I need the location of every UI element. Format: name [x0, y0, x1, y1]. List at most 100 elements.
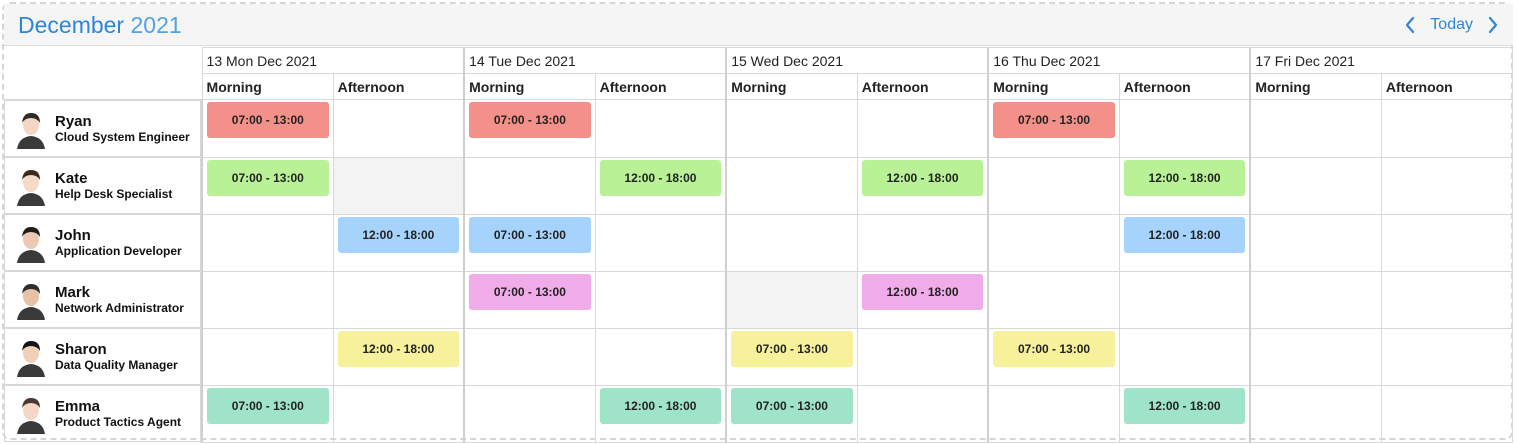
- morning-slot[interactable]: [463, 384, 596, 443]
- morning-slot[interactable]: [201, 213, 334, 272]
- shift-event[interactable]: 07:00 - 13:00: [993, 330, 1115, 367]
- shift-event[interactable]: 12:00 - 18:00: [337, 330, 460, 367]
- morning-slot[interactable]: 07:00 - 13:00: [725, 384, 858, 443]
- morning-slot[interactable]: [1249, 213, 1382, 272]
- day-header-row: 13 Mon Dec 2021 14 Tue Dec 2021 15 Wed D…: [4, 47, 1514, 100]
- employee-role: Cloud System Engineer: [55, 129, 190, 144]
- shift-event[interactable]: 07:00 - 13:00: [731, 330, 853, 367]
- shift-event[interactable]: 07:00 - 13:00: [469, 273, 591, 310]
- employee-cell: John Application Developer: [4, 214, 202, 271]
- afternoon-slot[interactable]: [594, 213, 727, 272]
- slot-header-morning: Morning: [725, 73, 858, 100]
- morning-slot[interactable]: 07:00 - 13:00: [725, 327, 858, 386]
- afternoon-slot[interactable]: [856, 99, 989, 158]
- shift-event[interactable]: 07:00 - 13:00: [207, 159, 329, 196]
- afternoon-slot[interactable]: [1380, 270, 1514, 329]
- shift-event[interactable]: 12:00 - 18:00: [1123, 387, 1246, 424]
- slot-header-afternoon: Afternoon: [856, 73, 989, 100]
- employee-cell: Emma Product Tactics Agent: [4, 385, 202, 442]
- today-button[interactable]: Today: [1430, 16, 1473, 34]
- morning-slot[interactable]: [463, 156, 596, 215]
- morning-slot[interactable]: [1249, 156, 1382, 215]
- shift-event[interactable]: 12:00 - 18:00: [861, 273, 984, 310]
- afternoon-slot[interactable]: 12:00 - 18:00: [856, 156, 989, 215]
- morning-slot[interactable]: [725, 213, 858, 272]
- day-header: 14 Tue Dec 2021: [463, 47, 727, 74]
- morning-slot[interactable]: [987, 213, 1120, 272]
- morning-slot[interactable]: 07:00 - 13:00: [463, 99, 596, 158]
- afternoon-slot[interactable]: [856, 213, 989, 272]
- afternoon-slot[interactable]: [1118, 270, 1251, 329]
- afternoon-slot[interactable]: [1118, 327, 1251, 386]
- morning-slot[interactable]: [1249, 384, 1382, 443]
- afternoon-slot[interactable]: 12:00 - 18:00: [594, 156, 727, 215]
- afternoon-slot[interactable]: [856, 384, 989, 443]
- employee-role: Application Developer: [55, 243, 182, 258]
- employee-row: Ryan Cloud System Engineer 07:00 - 13:00 07…: [4, 99, 1514, 158]
- afternoon-slot[interactable]: [1380, 384, 1514, 443]
- afternoon-slot[interactable]: 12:00 - 18:00: [1118, 156, 1251, 215]
- afternoon-slot[interactable]: 12:00 - 18:00: [332, 213, 465, 272]
- afternoon-slot[interactable]: 12:00 - 18:00: [332, 327, 465, 386]
- morning-slot[interactable]: [725, 156, 858, 215]
- morning-slot[interactable]: [1249, 99, 1382, 158]
- shift-event[interactable]: 12:00 - 18:00: [1123, 216, 1246, 253]
- afternoon-slot[interactable]: [594, 327, 727, 386]
- day-header: 13 Mon Dec 2021: [201, 47, 465, 74]
- day-header: 15 Wed Dec 2021: [725, 47, 989, 74]
- afternoon-slot[interactable]: 12:00 - 18:00: [1118, 213, 1251, 272]
- afternoon-slot[interactable]: [1118, 99, 1251, 158]
- shift-event[interactable]: 12:00 - 18:00: [861, 159, 984, 196]
- morning-slot[interactable]: [987, 156, 1120, 215]
- shift-event[interactable]: 12:00 - 18:00: [599, 387, 722, 424]
- shift-event[interactable]: 07:00 - 13:00: [731, 387, 853, 424]
- afternoon-slot[interactable]: [1380, 327, 1514, 386]
- afternoon-slot[interactable]: 12:00 - 18:00: [594, 384, 727, 443]
- shift-event[interactable]: 07:00 - 13:00: [469, 216, 591, 253]
- morning-slot[interactable]: [201, 327, 334, 386]
- afternoon-slot[interactable]: [332, 99, 465, 158]
- morning-slot[interactable]: 07:00 - 13:00: [463, 213, 596, 272]
- morning-slot[interactable]: [463, 327, 596, 386]
- morning-slot[interactable]: [1249, 270, 1382, 329]
- employee-row: Emma Product Tactics Agent 07:00 - 13:00 12…: [4, 384, 1514, 443]
- afternoon-slot[interactable]: 12:00 - 18:00: [1118, 384, 1251, 443]
- morning-slot[interactable]: [725, 99, 858, 158]
- morning-slot[interactable]: [987, 384, 1120, 443]
- shift-event[interactable]: 07:00 - 13:00: [207, 387, 329, 424]
- afternoon-slot[interactable]: [1380, 99, 1514, 158]
- morning-slot[interactable]: 07:00 - 13:00: [463, 270, 596, 329]
- morning-slot[interactable]: [987, 270, 1120, 329]
- employee-name: Kate: [55, 169, 88, 187]
- employee-name: John: [55, 226, 91, 244]
- morning-slot[interactable]: 07:00 - 13:00: [201, 156, 334, 215]
- slot-header-morning: Morning: [463, 73, 596, 100]
- avatar: [13, 393, 49, 434]
- shift-event[interactable]: 12:00 - 18:00: [599, 159, 722, 196]
- afternoon-slot[interactable]: [594, 270, 727, 329]
- morning-slot[interactable]: 07:00 - 13:00: [201, 384, 334, 443]
- afternoon-slot[interactable]: [1380, 213, 1514, 272]
- afternoon-slot[interactable]: [856, 327, 989, 386]
- afternoon-slot[interactable]: 12:00 - 18:00: [856, 270, 989, 329]
- shift-event[interactable]: 12:00 - 18:00: [1123, 159, 1246, 196]
- morning-slot[interactable]: [201, 270, 334, 329]
- afternoon-slot[interactable]: [332, 270, 465, 329]
- shift-event[interactable]: 07:00 - 13:00: [207, 102, 329, 138]
- morning-slot[interactable]: [1249, 327, 1382, 386]
- slot-header-afternoon: Afternoon: [332, 73, 465, 100]
- morning-slot[interactable]: 07:00 - 13:00: [987, 327, 1120, 386]
- shift-event[interactable]: 07:00 - 13:00: [993, 102, 1115, 138]
- afternoon-slot[interactable]: [332, 384, 465, 443]
- shift-event[interactable]: 07:00 - 13:00: [469, 102, 591, 138]
- chevron-right-icon: [1488, 16, 1498, 34]
- morning-slot[interactable]: 07:00 - 13:00: [987, 99, 1120, 158]
- shift-event[interactable]: 12:00 - 18:00: [337, 216, 460, 253]
- afternoon-slot[interactable]: [1380, 156, 1514, 215]
- next-button[interactable]: [1487, 16, 1499, 34]
- afternoon-slot[interactable]: [594, 99, 727, 158]
- employee-cell: Kate Help Desk Specialist: [4, 157, 202, 214]
- avatar: [13, 165, 49, 206]
- morning-slot[interactable]: 07:00 - 13:00: [201, 99, 334, 158]
- previous-button[interactable]: [1404, 16, 1416, 34]
